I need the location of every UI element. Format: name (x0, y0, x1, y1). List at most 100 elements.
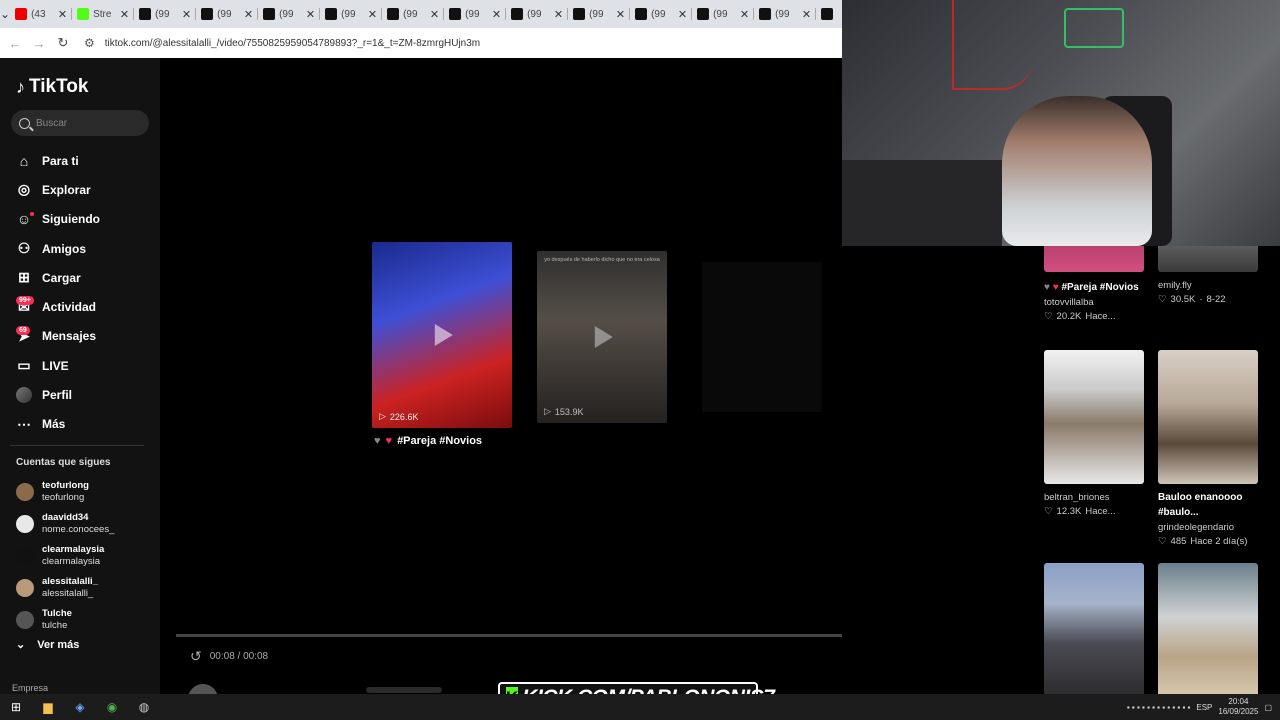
tab-search-button[interactable]: ⌄ (0, 0, 10, 28)
app-icon[interactable]: ◈ (64, 694, 96, 720)
browser-tab[interactable]: Stre ✕ (72, 0, 135, 28)
close-icon[interactable]: ✕ (58, 8, 67, 21)
close-icon[interactable]: ✕ (306, 8, 315, 21)
video-user[interactable]: beltran_briones (1044, 492, 1144, 503)
close-icon[interactable]: ✕ (244, 8, 253, 21)
footer-company-link[interactable]: Empresa (12, 683, 48, 693)
see-more-button[interactable]: ⌄ Ver más (16, 638, 79, 652)
address-bar[interactable]: tiktok.com/@alessitalalli_/video/7550825… (105, 38, 480, 49)
nav-item-actividad[interactable]: ✉ 99+ Actividad (0, 292, 160, 321)
nav-item-siguiendo[interactable]: ☺ Siguiendo (0, 205, 160, 234)
video-card[interactable] (1044, 563, 1144, 697)
tab-title: (99 (341, 8, 356, 20)
video-card[interactable]: Bauloo enanoooo #baulo... grindeolegenda… (1158, 350, 1258, 547)
heart-outline-icon: ♡ (1044, 506, 1053, 517)
browser-tab[interactable]: (99 ✕ (692, 0, 755, 28)
browser-tab[interactable]: ✕ (816, 0, 842, 28)
nav-item-live[interactable]: ▭ LIVE (0, 351, 160, 380)
video-user[interactable]: totovvillalba (1044, 297, 1144, 308)
video-player[interactable]: ▷ 226.6K yo después de haberlo dicho que … (160, 58, 1028, 714)
close-icon[interactable]: ✕ (740, 8, 749, 21)
video-caption[interactable]: ♥ ♥ #Pareja #Novios (1044, 280, 1144, 295)
nav-item-amigos[interactable]: ⚇ Amigos (0, 234, 160, 263)
nav-item-perfil[interactable]: Perfil (0, 380, 160, 409)
search-box[interactable] (11, 110, 149, 136)
video-thumbnail[interactable] (1044, 563, 1144, 697)
video-card[interactable]: ♥ ♥ #Pareja #Novios totovvillalba ♡ 20.2K… (1044, 236, 1144, 322)
notification-icon[interactable]: ▢ (1264, 703, 1272, 712)
followed-account[interactable]: Tulche tulche (16, 604, 156, 636)
nav-item-más[interactable]: ⋯ Más (0, 410, 160, 439)
search-input[interactable] (36, 117, 136, 129)
new-dot (30, 211, 34, 216)
tray-icons[interactable]: ▪ ▪ ▪ ▪ ▪ ▪ ▪ ▪ ▪ ▪ ▪ ▪ ▪ (1127, 703, 1191, 712)
tiktok-note-icon: ♪ (16, 76, 25, 97)
followed-account[interactable]: alessitalalli_ alessitalalli_ (16, 572, 156, 604)
followed-account[interactable]: teofurlong teofurlong (16, 476, 156, 508)
back-icon[interactable]: ← (8, 36, 22, 51)
tab-title: (99 (403, 8, 418, 20)
tiktok-icon (511, 8, 524, 20)
site-info-icon[interactable]: ⚙ (84, 36, 95, 50)
close-icon[interactable]: ✕ (368, 8, 377, 21)
video-card[interactable]: beltran_briones ♡ 12.3K Hace... (1044, 350, 1144, 517)
close-icon[interactable]: ✕ (616, 8, 625, 21)
chrome-icon[interactable]: ◉ (96, 694, 128, 720)
reload-icon[interactable]: ↻ (56, 35, 70, 51)
browser-tab[interactable]: (99 ✕ (196, 0, 259, 28)
related-video-thumb[interactable]: ▷ 226.6K (372, 242, 512, 428)
video-thumbnail[interactable] (1044, 350, 1144, 484)
file-explorer-icon[interactable]: ▆ (32, 694, 64, 720)
obs-icon[interactable]: ◍ (128, 694, 160, 720)
nav-label: LIVE (42, 358, 69, 373)
browser-tab[interactable]: (99 ✕ (134, 0, 197, 28)
forward-icon[interactable]: → (32, 36, 46, 51)
close-icon[interactable]: ✕ (678, 8, 687, 21)
browser-tab[interactable]: (99 ✕ (754, 0, 817, 28)
nav-item-cargar[interactable]: ⊞ Cargar (0, 263, 160, 292)
video-caption[interactable]: Bauloo enanoooo #baulo... (1158, 490, 1258, 520)
nav-item-mensajes[interactable]: ➤ 69 Mensajes (0, 322, 160, 351)
nav-item-explorar[interactable]: ◎ Explorar (0, 175, 160, 204)
followed-account[interactable]: clearmalaysia clearmalaysia (16, 540, 156, 572)
tiktok-logo[interactable]: ♪ TikTok (16, 76, 88, 98)
video-user[interactable]: emily.fly (1158, 280, 1258, 291)
close-icon[interactable]: ✕ (182, 8, 191, 21)
close-icon[interactable]: ✕ (802, 8, 811, 21)
replay-icon[interactable]: ↺ (190, 648, 202, 665)
language-indicator[interactable]: ESP (1196, 703, 1212, 712)
close-icon[interactable]: ✕ (430, 8, 439, 21)
browser-tab[interactable]: (99 ✕ (630, 0, 693, 28)
related-video-thumb[interactable]: yo después de haberlo dicho que no era c… (537, 251, 667, 423)
video-date: 8-22 (1206, 294, 1226, 305)
account-name: Tulche (42, 608, 72, 619)
tab-title: (99 (775, 8, 790, 20)
video-card[interactable] (1158, 563, 1258, 697)
video-user[interactable]: grindeolegendario (1158, 522, 1258, 533)
close-icon[interactable]: ✕ (554, 8, 563, 21)
tab-title: (99 (651, 8, 666, 20)
tiktok-icon (325, 8, 338, 20)
video-card[interactable]: emily.fly ♡ 30.5K · 8-22 (1158, 236, 1258, 305)
nav-item-para-ti[interactable]: ⌂ Para ti (0, 146, 160, 175)
video-thumbnail[interactable] (1158, 350, 1258, 484)
clock[interactable]: 20:04 16/09/2025 (1218, 697, 1258, 717)
start-icon[interactable]: ⊞ (0, 694, 32, 720)
home-icon: ⌂ (19, 152, 29, 169)
friends-icon: ⚇ (17, 240, 31, 257)
neon-red-light (952, 0, 1032, 90)
browser-tab[interactable]: (99 ✕ (382, 0, 445, 28)
browser-tab[interactable]: (99 ✕ (444, 0, 507, 28)
video-thumbnail[interactable] (1158, 563, 1258, 697)
related-video-thumb[interactable] (702, 262, 822, 412)
close-icon[interactable]: ✕ (120, 8, 129, 21)
followed-account[interactable]: daavidd34 nome.conocees_ (16, 508, 156, 540)
follow-button[interactable] (366, 687, 442, 693)
close-icon[interactable]: ✕ (492, 8, 501, 21)
browser-tab[interactable]: (43 ✕ (10, 0, 73, 28)
browser-tab[interactable]: (99 ✕ (258, 0, 321, 28)
windows-taskbar: ⊞ ▆ ◈ ◉ ◍ ▪ ▪ ▪ ▪ ▪ ▪ ▪ ▪ ▪ ▪ ▪ ▪ ▪ ESP … (0, 694, 1280, 720)
browser-tab[interactable]: (99 ✕ (568, 0, 631, 28)
browser-tab[interactable]: (99 ✕ (506, 0, 569, 28)
browser-tab[interactable]: (99 ✕ (320, 0, 383, 28)
